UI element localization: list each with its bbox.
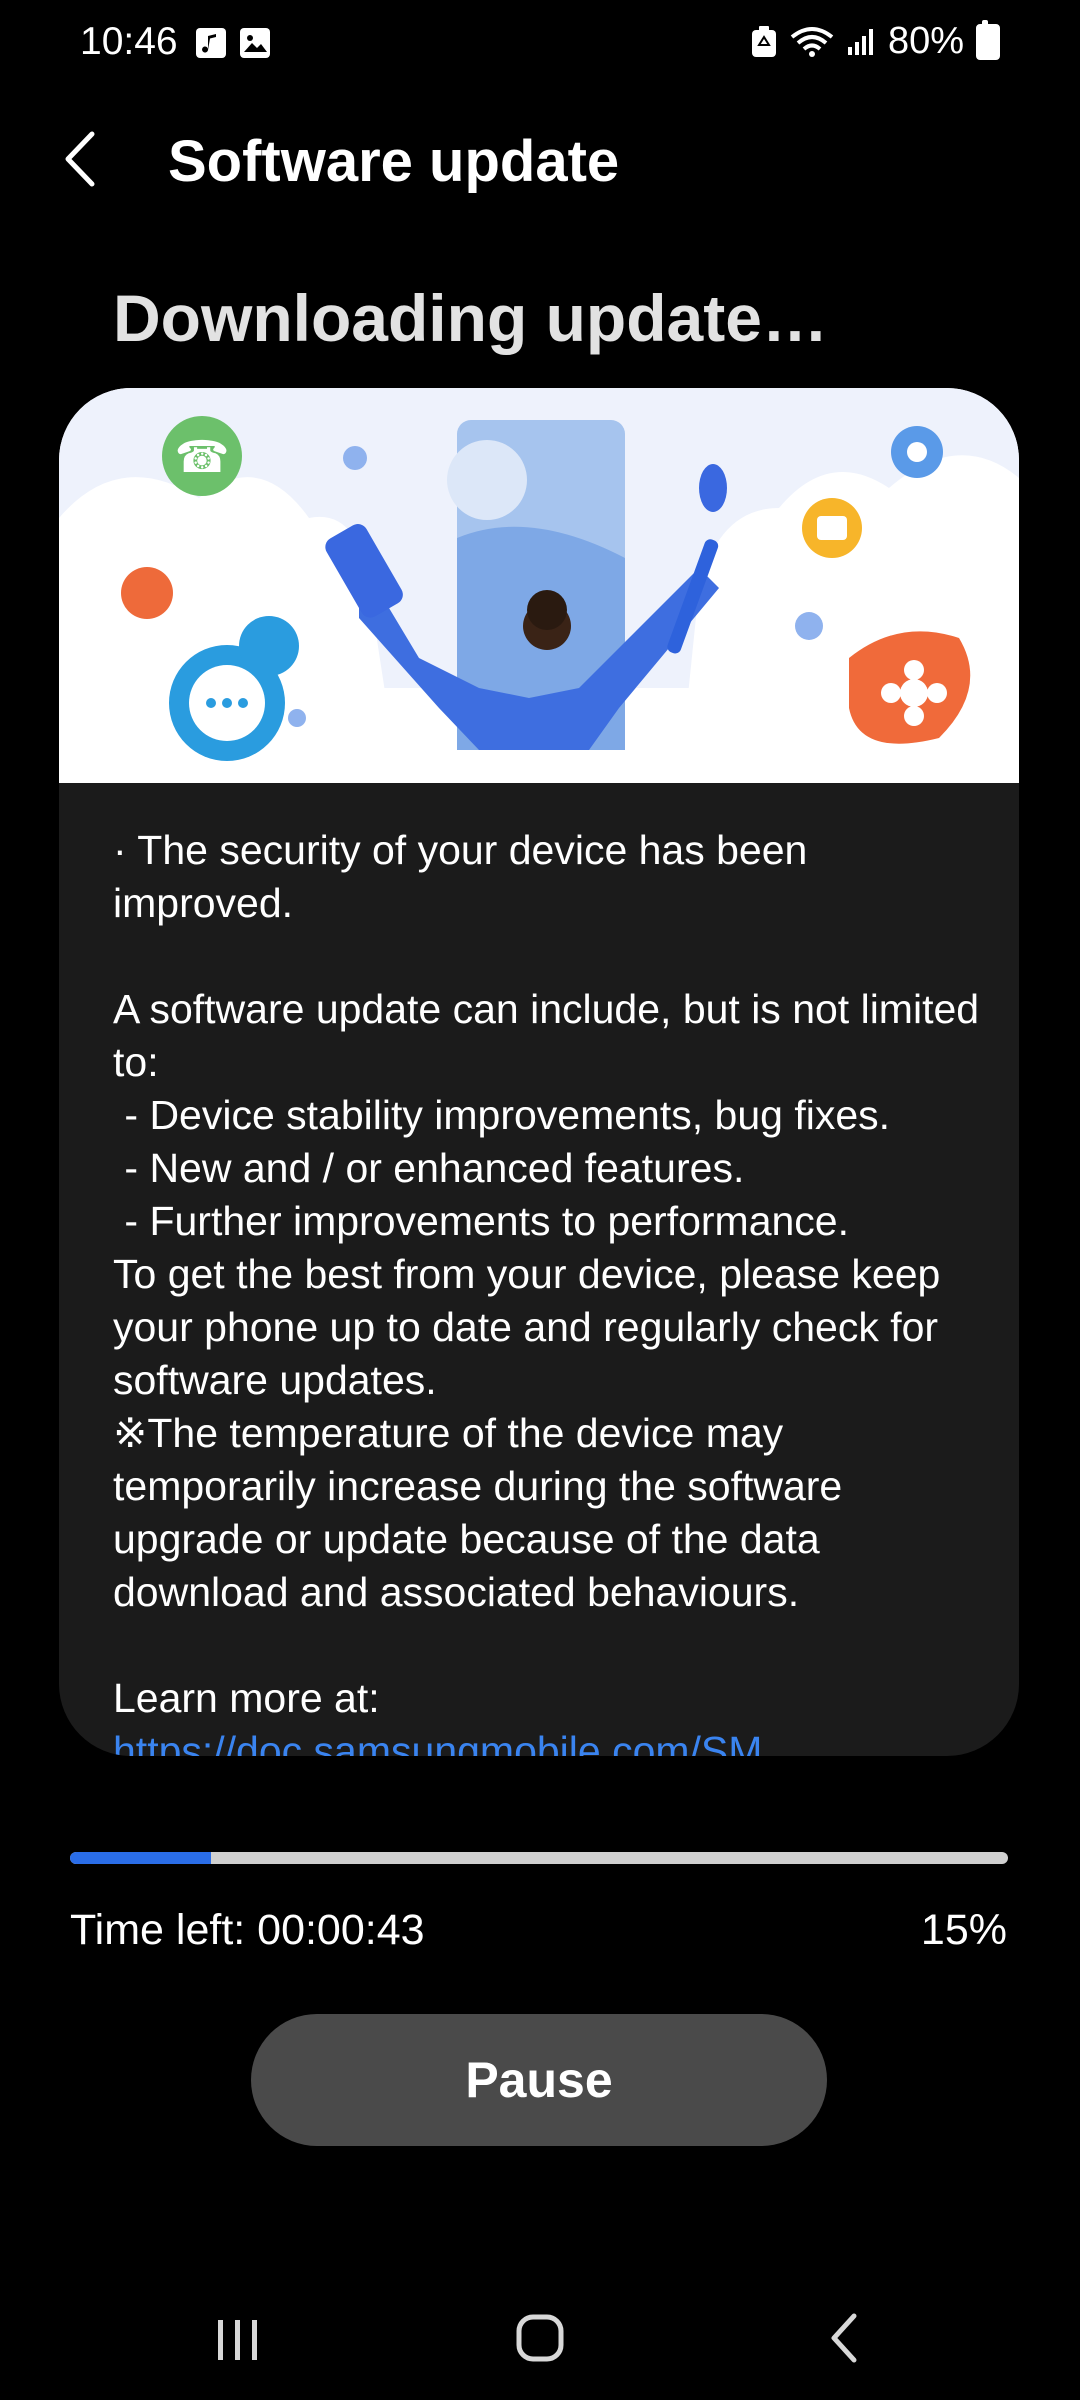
app-bar: Software update xyxy=(0,110,1080,210)
time-left: Time left: 00:00:43 xyxy=(70,1906,425,1954)
recents-button[interactable] xyxy=(198,2302,278,2372)
download-percent: 15% xyxy=(920,1906,1007,1954)
back-icon xyxy=(831,2313,857,2363)
wifi-icon xyxy=(790,26,834,57)
learn-more-label: Learn more at: xyxy=(113,1675,380,1721)
back-button[interactable] xyxy=(50,124,120,194)
music-note-icon xyxy=(196,28,226,58)
download-progress-bar xyxy=(70,1852,1008,1864)
learn-more-link[interactable]: https://doc.samsungmobile.com/SM xyxy=(113,1725,993,1756)
release-notes: · The security of your device has been i… xyxy=(113,824,993,1756)
status-bar: 10:46 80% xyxy=(0,0,1080,92)
release-notes-card[interactable]: ☎ · The security of your device has been… xyxy=(59,388,1019,1756)
navigation-bar xyxy=(0,2272,1080,2400)
svg-text:☎: ☎ xyxy=(175,432,230,483)
battery-saver-icon xyxy=(751,25,776,57)
update-illustration: ☎ xyxy=(59,388,1019,783)
release-notes-intro: · The security of your device has been i… xyxy=(113,827,819,926)
battery-icon xyxy=(976,19,1000,60)
battery-percent: 80% xyxy=(887,20,964,62)
status-time: 10:46 xyxy=(80,20,178,63)
pause-button[interactable]: Pause xyxy=(251,2014,827,2146)
home-icon xyxy=(516,2314,564,2362)
home-button[interactable] xyxy=(500,2302,580,2372)
download-progress-fill xyxy=(70,1852,211,1864)
gallery-icon xyxy=(240,28,270,58)
back-arrow-icon xyxy=(65,131,95,187)
nav-back-button[interactable] xyxy=(806,2302,886,2372)
download-status-heading: Downloading update… xyxy=(113,281,828,355)
release-notes-body: A software update can include, but is no… xyxy=(113,986,980,1615)
signal-icon xyxy=(847,28,873,55)
page-title: Software update xyxy=(168,129,620,194)
recents-icon xyxy=(218,2320,257,2360)
